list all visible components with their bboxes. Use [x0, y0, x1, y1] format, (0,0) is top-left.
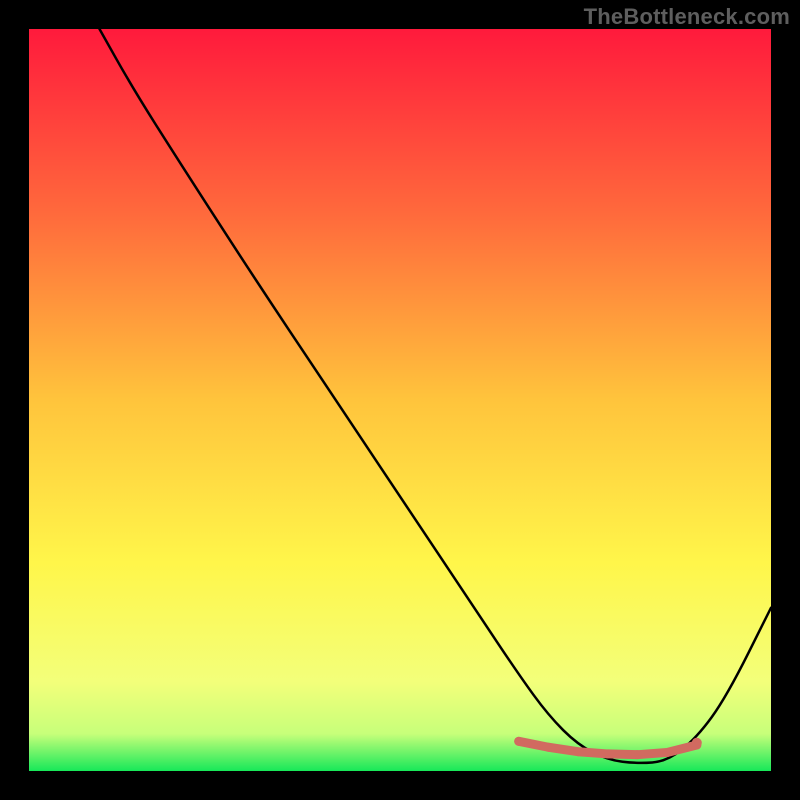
chart-svg — [29, 29, 771, 771]
optimal-range-dot — [514, 737, 523, 746]
optimal-range-dot — [633, 750, 642, 759]
optimal-range-end-dot — [692, 738, 702, 748]
optimal-range-dot — [603, 749, 612, 758]
plot-area — [29, 29, 771, 771]
gradient-background — [29, 29, 771, 771]
chart-frame: TheBottleneck.com — [0, 0, 800, 800]
optimal-range-dot — [663, 748, 672, 757]
optimal-range-dot — [544, 743, 553, 752]
watermark-text: TheBottleneck.com — [584, 4, 790, 30]
optimal-range-dot — [574, 747, 583, 756]
